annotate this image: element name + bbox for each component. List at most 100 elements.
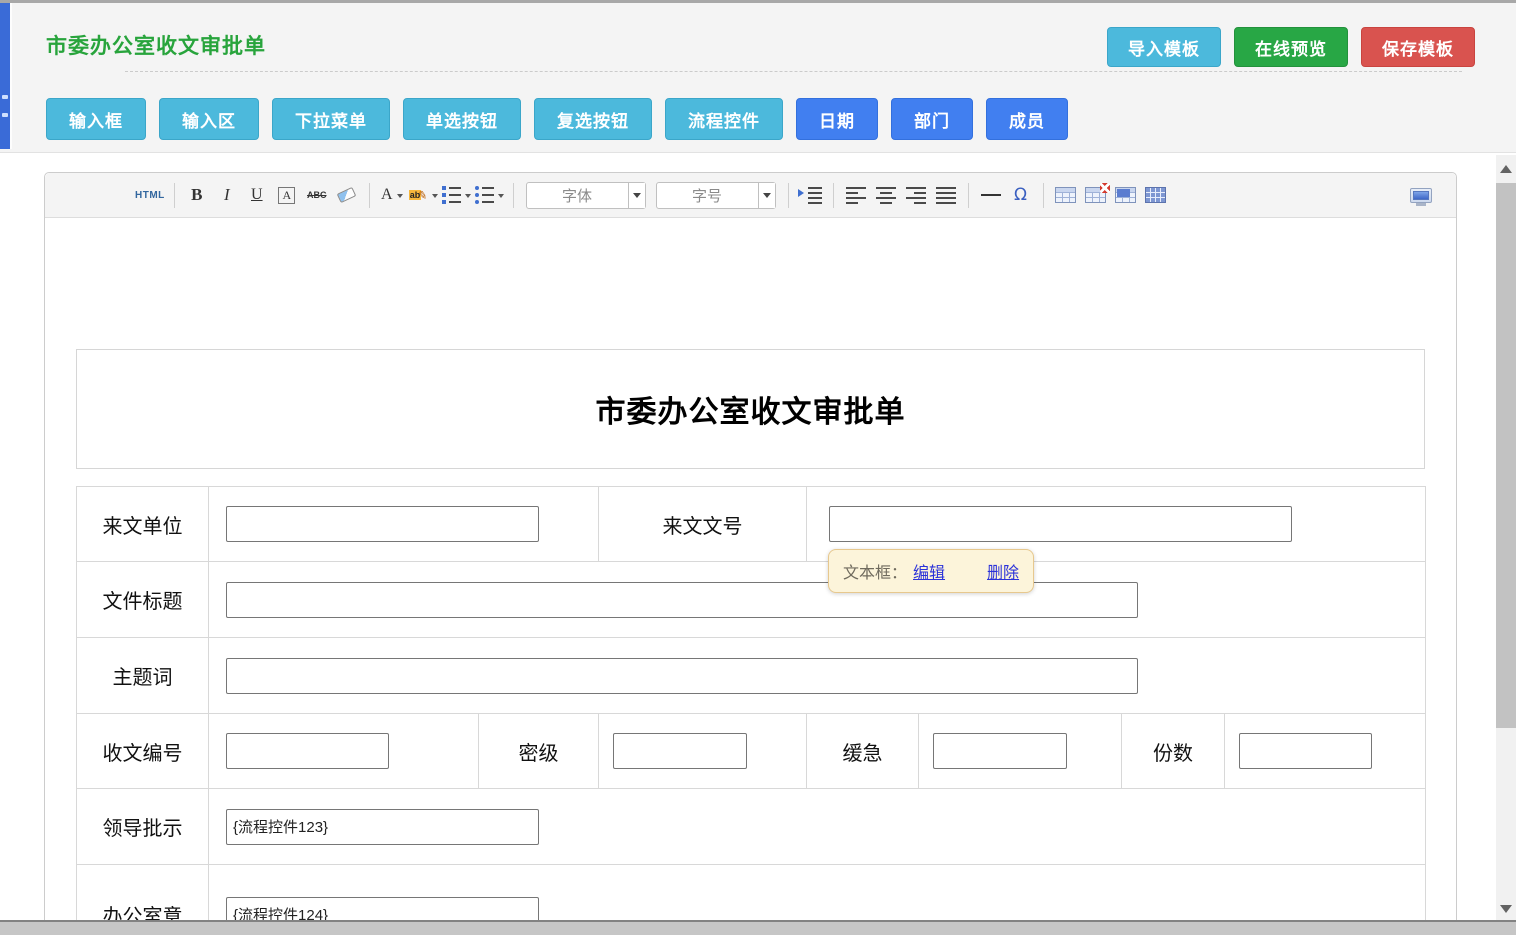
indent-arrow-icon — [798, 189, 808, 197]
label-document-title: 文件标题 — [77, 562, 209, 638]
bold-icon: B — [191, 185, 202, 205]
ordered-list-button[interactable] — [442, 180, 471, 210]
fullscreen-button[interactable] — [1408, 180, 1434, 210]
label-copies: 份数 — [1122, 714, 1225, 789]
receipt-number-input[interactable] — [226, 733, 389, 769]
widget-radio-button[interactable]: 单选按钮 — [403, 98, 521, 140]
align-center-icon — [876, 187, 896, 204]
urgency-input[interactable] — [933, 733, 1067, 769]
toolbar-separator — [968, 183, 969, 208]
widget-checkbox-button[interactable]: 复选按钮 — [534, 98, 652, 140]
unordered-list-button[interactable] — [475, 180, 504, 210]
html-icon: HTML — [135, 190, 165, 201]
copies-input[interactable] — [1239, 733, 1372, 769]
subject-words-input[interactable] — [226, 658, 1138, 694]
italic-button[interactable]: I — [214, 180, 240, 210]
remove-format-button[interactable] — [334, 180, 360, 210]
format-a-button[interactable]: A — [274, 180, 300, 210]
save-template-button[interactable]: 保存模板 — [1361, 27, 1475, 67]
red-x-icon — [1100, 183, 1110, 193]
cell-subject-words — [209, 638, 1426, 714]
monitor-icon — [1410, 188, 1432, 203]
cell-receipt-number — [209, 714, 479, 789]
strip-mark — [2, 113, 8, 117]
bold-button[interactable]: B — [184, 180, 210, 210]
table-cell-icon — [1115, 187, 1136, 203]
special-char-button[interactable]: Ω — [1008, 180, 1034, 210]
combo-arrow-button[interactable] — [628, 183, 645, 208]
widget-textarea-button[interactable]: 输入区 — [159, 98, 259, 140]
page-title: 市委办公室收文审批单 — [46, 30, 266, 60]
cell-leader-instructions — [209, 789, 1426, 865]
vertical-scrollbar[interactable] — [1496, 155, 1516, 935]
tooltip-edit-link[interactable]: 编辑 — [913, 559, 945, 583]
font-color-button[interactable]: A — [379, 180, 405, 210]
widget-member-button[interactable]: 成员 — [986, 98, 1068, 140]
chevron-down-icon — [432, 194, 438, 201]
monitor-screen-icon — [1413, 191, 1429, 200]
widget-flow-control-button[interactable]: 流程控件 — [665, 98, 783, 140]
label-urgency: 缓急 — [807, 714, 919, 789]
toolbar-separator — [833, 183, 834, 208]
scrollbar-thumb[interactable] — [1496, 183, 1516, 728]
form-title-box: 市委办公室收文审批单 — [76, 349, 1425, 469]
justify-button[interactable] — [933, 180, 959, 210]
scroll-up-arrow-icon[interactable] — [1500, 165, 1512, 173]
cell-security-level — [599, 714, 807, 789]
horizontal-rule-icon — [981, 194, 1001, 196]
toolbar-separator — [1043, 183, 1044, 208]
editor-toolbar: HTML B I U A ABC A ab✎ — [45, 173, 1456, 218]
widget-dropdown-button[interactable]: 下拉菜单 — [272, 98, 390, 140]
widget-palette: 输入框 输入区 下拉菜单 单选按钮 复选按钮 流程控件 日期 部门 成员 — [46, 98, 1068, 140]
widget-input-box-button[interactable]: 输入框 — [46, 98, 146, 140]
underline-button[interactable]: U — [244, 180, 270, 210]
underline-icon: U — [251, 186, 263, 204]
editor-content[interactable]: 市委办公室收文审批单 来文单位 来文文号 文件标题 主 — [45, 349, 1456, 935]
align-right-button[interactable] — [903, 180, 929, 210]
delete-table-button[interactable] — [1083, 180, 1109, 210]
cell-document-title — [209, 562, 1426, 638]
combo-arrow-button[interactable] — [758, 183, 775, 208]
tooltip-delete-link[interactable]: 删除 — [987, 559, 1019, 583]
pencil-icon: ✎ — [417, 188, 428, 202]
table-icon — [1055, 187, 1076, 203]
import-template-button[interactable]: 导入模板 — [1107, 27, 1221, 67]
highlight-color-button[interactable]: ab✎ — [409, 180, 438, 210]
indent-button[interactable] — [798, 180, 824, 210]
font-family-value: 字体 — [527, 185, 628, 206]
table-cell-button[interactable] — [1113, 180, 1139, 210]
label-incoming-unit: 来文单位 — [77, 487, 209, 562]
label-document-number: 来文文号 — [599, 487, 807, 562]
leader-instructions-input[interactable] — [226, 809, 539, 845]
chevron-down-icon — [763, 193, 771, 202]
cell-urgency — [919, 714, 1122, 789]
align-right-icon — [906, 187, 926, 204]
font-family-select[interactable]: 字体 — [526, 182, 646, 209]
align-left-button[interactable] — [843, 180, 869, 210]
delete-table-icon — [1085, 187, 1106, 203]
strip-gap — [10, 3, 12, 149]
insert-table-button[interactable] — [1053, 180, 1079, 210]
table-props-button[interactable] — [1143, 180, 1169, 210]
horizontal-rule-button[interactable] — [978, 180, 1004, 210]
document-number-input[interactable] — [829, 506, 1292, 542]
source-code-button[interactable]: HTML — [135, 180, 165, 210]
security-level-input[interactable] — [613, 733, 747, 769]
unordered-list-icon — [475, 186, 494, 204]
label-subject-words: 主题词 — [77, 638, 209, 714]
toolbar-separator — [174, 183, 175, 208]
chevron-down-icon — [633, 193, 641, 202]
widget-date-button[interactable]: 日期 — [796, 98, 878, 140]
online-preview-button[interactable]: 在线预览 — [1234, 27, 1348, 67]
strikethrough-button[interactable]: ABC — [304, 180, 330, 210]
omega-icon: Ω — [1014, 185, 1027, 205]
widget-department-button[interactable]: 部门 — [891, 98, 973, 140]
ordered-list-icon — [442, 186, 461, 204]
dashed-divider — [125, 71, 1462, 72]
scroll-down-arrow-icon[interactable] — [1500, 905, 1512, 913]
font-size-select[interactable]: 字号 — [656, 182, 776, 209]
toolbar-separator — [513, 183, 514, 208]
incoming-unit-input[interactable] — [226, 506, 539, 542]
align-center-button[interactable] — [873, 180, 899, 210]
align-left-icon — [846, 187, 866, 204]
